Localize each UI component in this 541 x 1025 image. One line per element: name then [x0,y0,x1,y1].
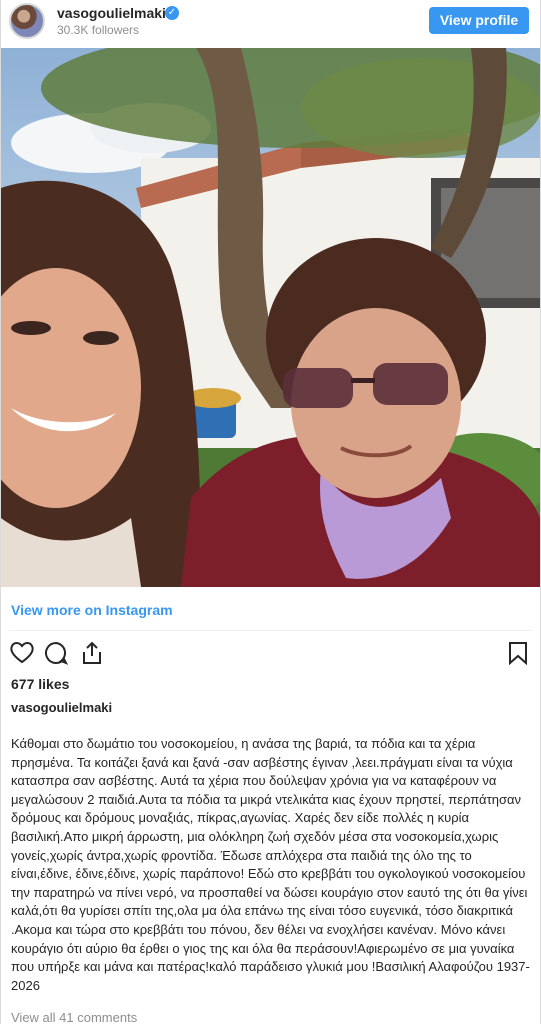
username[interactable]: vasogoulielmaki [57,5,166,21]
divider [9,630,532,631]
photo-illustration [1,48,540,587]
view-all-comments-link[interactable]: View all 41 comments [11,1010,137,1025]
heart-icon[interactable] [9,640,35,666]
post-caption: Κάθομαι στο δωμάτιο του νοσοκομείου, η α… [11,736,530,993]
view-more-link[interactable]: View more on Instagram [11,602,173,618]
share-icon[interactable] [79,640,105,666]
post-owner-username[interactable]: vasogoulielmaki [11,700,112,715]
avatar[interactable] [9,3,45,39]
view-profile-button[interactable]: View profile [429,7,529,34]
instagram-embed-card: vasogoulielmaki ✓ 30.3K followers View p… [0,0,541,1025]
post-photo[interactable] [1,48,540,587]
comment-icon[interactable] [43,640,69,666]
likes-count: 677 likes [11,676,70,692]
bookmark-icon[interactable] [505,640,531,666]
post-header: vasogoulielmaki ✓ 30.3K followers View p… [1,0,540,45]
followers-count: 30.3K followers [57,23,140,37]
verified-badge-icon: ✓ [165,6,179,20]
action-bar [9,640,531,666]
